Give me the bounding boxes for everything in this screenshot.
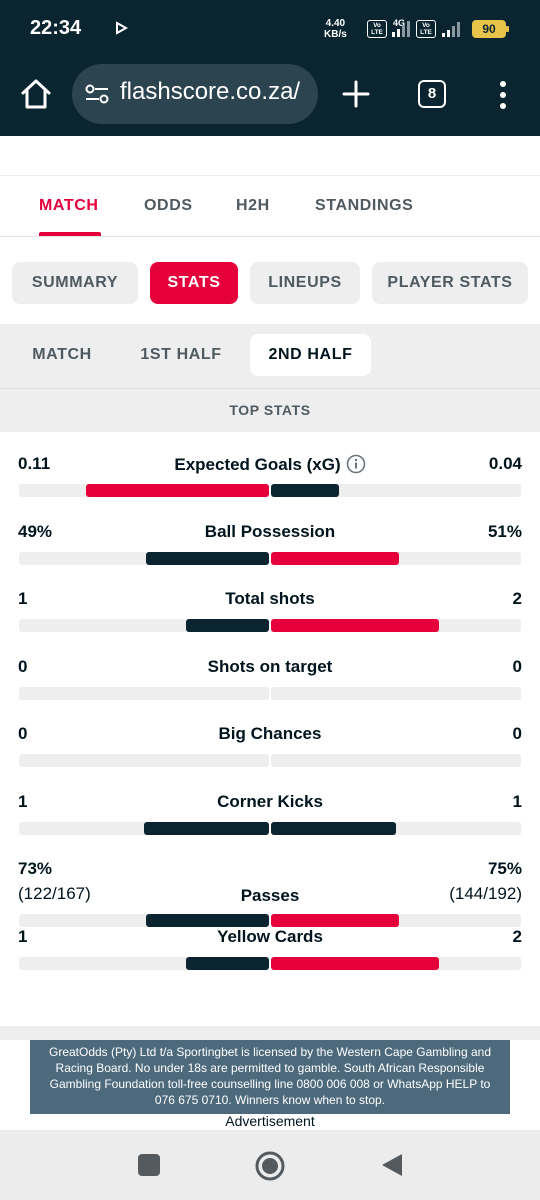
stat-away-bar [271, 551, 521, 565]
stat-away-bar [271, 914, 521, 927]
section-divider [0, 1026, 540, 1040]
tab-match[interactable]: MATCH [39, 197, 99, 215]
stat-home-fill [146, 914, 269, 927]
battery-icon: 90 [472, 20, 509, 38]
status-time: 22:34 [30, 17, 82, 39]
stat-away-bar [271, 484, 521, 497]
stat-home-fill [86, 484, 269, 497]
stat-home-fill [186, 619, 269, 632]
tab-first-half[interactable]: 1ST HALF [126, 334, 236, 376]
volte-icon-2: Vo LTE [416, 20, 436, 38]
tab-player-stats[interactable]: PLAYER STATS [372, 262, 528, 304]
tab-summary[interactable]: SUMMARY [12, 262, 138, 304]
volte-icon: Vo LTE [367, 20, 387, 38]
stat-home-bar [19, 754, 269, 767]
stat-row: 0 0 Shots on target [0, 657, 540, 707]
tab-h2h[interactable]: H2H [236, 197, 270, 215]
stat-away-fill [271, 956, 439, 970]
tab-odds[interactable]: ODDS [144, 197, 193, 215]
stat-row: 1 1 Corner Kicks [0, 792, 540, 842]
stat-row: 0.11 0.04 Expected Goals (xG) [0, 454, 540, 504]
advertisement-area: GreatOdds (Pty) Ltd t/a Sportingbet is l… [0, 1040, 540, 1130]
sub-tabs: SUMMARY STATS LINEUPS PLAYER STATS [0, 238, 540, 324]
stat-label-text: Corner Kicks [217, 791, 323, 811]
stat-label: Yellow Cards [0, 927, 540, 947]
site-settings-icon[interactable] [84, 82, 110, 106]
stat-home-bar [19, 484, 269, 497]
stat-home-fill [144, 821, 269, 835]
url-text[interactable]: flashscore.co.za/ [120, 78, 315, 106]
stat-label-text: Shots on target [207, 656, 333, 676]
section-title: TOP STATS [0, 388, 540, 432]
status-bar: 22:34 4.40 KB/s Vo LTE 4G Vo LTE 90 [0, 0, 540, 58]
system-navigation-bar [0, 1130, 540, 1200]
stat-away-bar [271, 686, 521, 700]
home-icon[interactable] [18, 76, 54, 112]
gambling-disclaimer[interactable]: GreatOdds (Pty) Ltd t/a Sportingbet is l… [30, 1040, 510, 1114]
stat-away-bar [271, 956, 521, 970]
stat-away-fill [271, 821, 396, 835]
stat-label: Ball Possession [0, 522, 540, 542]
tab-switcher-icon[interactable]: 8 [418, 80, 446, 108]
stat-label: Shots on target [0, 657, 540, 677]
content-header-spacer [0, 136, 540, 176]
stat-away-fill [271, 551, 399, 565]
stat-label: Big Chances [0, 724, 540, 744]
browser-toolbar: flashscore.co.za/ 8 [0, 58, 540, 136]
stat-home-bar [19, 551, 269, 565]
stats-list: 0.11 0.04 Expected Goals (xG) 49% 51% Ball Po… [0, 432, 540, 1026]
stat-label: Total shots [0, 589, 540, 609]
stat-label-text: Yellow Cards [217, 926, 323, 946]
stat-home-bar [19, 914, 269, 927]
tab-period-match[interactable]: MATCH [12, 334, 112, 376]
network-speed: 4.40 KB/s [324, 18, 347, 40]
stat-label-text: Total shots [225, 589, 315, 608]
tab-second-half[interactable]: 2ND HALF [250, 334, 371, 376]
stat-label-text: Ball Possession [204, 521, 336, 541]
stat-label-text: Passes [240, 886, 300, 905]
stat-home-bar [19, 686, 269, 700]
main-tabs: MATCH ODDS H2H STANDINGS [0, 177, 540, 237]
stat-row: 1 2 Yellow Cards [0, 927, 540, 977]
stat-home-bar [19, 821, 269, 835]
period-tabs: MATCH 1ST HALF 2ND HALF [0, 324, 540, 388]
active-tab-indicator [39, 232, 101, 236]
stat-home-fill [186, 956, 269, 970]
signal-icon [392, 21, 410, 37]
stat-label-text: Expected Goals (xG) [174, 455, 341, 474]
stat-label: Passes [0, 886, 540, 906]
stat-row: 1 2 Total shots [0, 589, 540, 639]
advertisement-label: Advertisement [225, 1113, 315, 1129]
stat-label-text: Big Chances [218, 724, 322, 743]
tab-stats[interactable]: STATS [150, 262, 238, 304]
stat-row: 49% 51% Ball Possession [0, 522, 540, 572]
stat-away-value: 75% [487, 859, 522, 878]
stat-home-fill [146, 551, 269, 565]
tab-lineups[interactable]: LINEUPS [250, 262, 360, 304]
more-menu-icon[interactable] [498, 80, 508, 110]
stat-home-bar [19, 619, 269, 632]
recent-apps-icon[interactable] [138, 1154, 160, 1176]
home-button-icon[interactable] [254, 1150, 286, 1182]
stat-row: 73% 75% (122/167) (144/192) Passes [0, 859, 540, 929]
stat-away-bar [271, 619, 521, 632]
signal-icon-2 [442, 22, 460, 37]
stat-home-value: 73% [18, 859, 53, 878]
play-store-icon [116, 21, 128, 35]
stat-home-bar [19, 956, 269, 970]
tab-standings[interactable]: STANDINGS [315, 197, 413, 215]
stat-away-fill [271, 914, 399, 927]
new-tab-icon[interactable] [340, 78, 372, 110]
stat-label: Corner Kicks [0, 792, 540, 812]
stat-away-bar [271, 754, 521, 767]
stat-away-bar [271, 821, 521, 835]
info-icon[interactable] [346, 454, 366, 474]
back-icon[interactable] [380, 1152, 404, 1178]
stat-label: Expected Goals (xG) [0, 454, 540, 475]
stat-row: 0 0 Big Chances [0, 724, 540, 774]
stat-away-fill [271, 484, 339, 497]
stat-away-fill [271, 619, 439, 632]
